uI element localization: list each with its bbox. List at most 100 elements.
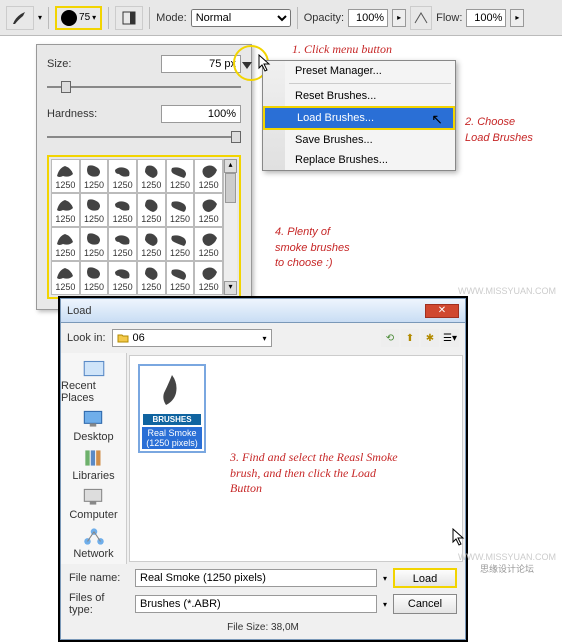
hardness-slider[interactable] [47,129,241,145]
brush-cell[interactable]: 1250 [166,159,195,193]
up-icon[interactable]: ⬆ [401,329,419,347]
place-network[interactable]: Network [73,525,113,560]
place-desktop[interactable]: Desktop [73,408,113,443]
size-value[interactable]: 75 px [161,55,241,73]
brush-flyout-menu: Preset Manager... Reset Brushes... Load … [262,60,456,171]
brush-cell[interactable]: 1250 [108,159,137,193]
brush-cell-label: 1250 [113,180,133,190]
menu-load-brushes[interactable]: Load Brushes... ↖ [263,106,455,130]
brushes-badge: BRUSHES [143,414,201,425]
brush-cell-label: 1250 [141,248,161,258]
cursor-icon: ↖ [431,111,443,128]
toggle-panel-icon[interactable] [115,6,143,30]
filetype-label: Files of type: [69,592,129,616]
brush-cell[interactable]: 1250 [166,193,195,227]
mode-label: Mode: [156,12,187,24]
brush-cell-label: 1250 [84,248,104,258]
brush-cell[interactable]: 1250 [137,261,166,295]
brush-cell[interactable]: 1250 [166,227,195,261]
file-thumb-label: Real Smoke (1250 pixels) [142,427,202,449]
brush-cell-label: 1250 [84,214,104,224]
brush-cell-label: 1250 [141,214,161,224]
hardness-value[interactable]: 100% [161,105,241,123]
brush-cell[interactable]: 1250 [80,159,109,193]
brush-cell[interactable]: 1250 [51,159,80,193]
brush-cell[interactable]: 1250 [194,159,223,193]
menu-reset-brushes[interactable]: Reset Brushes... [285,86,455,106]
filename-label: File name: [69,572,129,584]
brush-cell-label: 1250 [199,180,219,190]
cancel-button[interactable]: Cancel [393,594,457,614]
close-button[interactable]: ✕ [425,304,459,318]
file-size-label: File Size: 38,0M [69,620,457,635]
place-recent[interactable]: Recent Places [61,357,126,404]
place-libraries[interactable]: Libraries [72,447,114,482]
menu-save-brushes[interactable]: Save Brushes... [285,130,455,150]
watermark: WWW.MISSYUAN.COM [458,286,556,296]
newfolder-icon[interactable]: ✱ [421,329,439,347]
views-icon[interactable]: ☰▾ [441,329,459,347]
filename-input[interactable]: Real Smoke (1250 pixels) [135,569,377,587]
brush-cell-label: 1250 [199,214,219,224]
opacity-value[interactable]: 100% [348,9,388,27]
brush-cell[interactable]: 1250 [51,227,80,261]
load-dialog-wrap: Load ✕ Look in: 06 ▾ ⟲ ⬆ ✱ ☰▾ Recent Pla… [58,296,468,642]
flow-label: Flow: [436,12,462,24]
lookin-select[interactable]: 06 ▾ [112,329,272,347]
size-slider[interactable] [47,79,241,95]
opacity-arrow[interactable]: ▸ [392,9,406,27]
hardness-label: Hardness: [47,108,103,120]
brush-cell[interactable]: 1250 [80,193,109,227]
file-area[interactable]: BRUSHES Real Smoke (1250 pixels) 3. Find… [129,355,463,562]
dropdown-icon[interactable]: ▾ [38,13,42,22]
back-icon[interactable]: ⟲ [381,329,399,347]
watermark: WWW.MISSYUAN.COM [458,552,556,562]
brush-cell[interactable]: 1250 [194,227,223,261]
load-dialog: Load ✕ Look in: 06 ▾ ⟲ ⬆ ✱ ☰▾ Recent Pla… [60,298,466,640]
brush-cell[interactable]: 1250 [80,261,109,295]
brush-cell-label: 1250 [55,282,75,292]
pressure-opacity-icon[interactable] [410,6,432,30]
scrollbar[interactable]: ▴ ▾ [223,159,237,295]
flow-arrow[interactable]: ▸ [510,9,524,27]
brush-cell[interactable]: 1250 [51,193,80,227]
mode-select[interactable]: Normal [191,9,291,27]
brush-cell[interactable]: 1250 [194,261,223,295]
brush-cell-label: 1250 [170,282,190,292]
menu-preset-manager[interactable]: Preset Manager... [285,61,455,81]
brush-cell-label: 1250 [170,214,190,224]
brush-cell[interactable]: 1250 [108,193,137,227]
brush-cell-label: 1250 [170,180,190,190]
toolbar: ▾ 75 ▾ Mode: Normal Opacity: 100% ▸ Flow… [0,0,562,36]
folder-icon [117,332,129,344]
annotation-1: 1. Click menu button [292,42,392,58]
brush-cell[interactable]: 1250 [166,261,195,295]
file-thumb[interactable]: BRUSHES Real Smoke (1250 pixels) [138,364,206,453]
lookin-label: Look in: [67,332,106,344]
brush-cell[interactable]: 1250 [137,227,166,261]
dialog-titlebar: Load ✕ [61,299,465,323]
flow-value[interactable]: 100% [466,9,506,27]
brush-cell-label: 1250 [84,180,104,190]
brush-cell-label: 1250 [141,180,161,190]
places-bar: Recent Places Desktop Libraries Computer… [61,353,127,564]
brush-tool-icon[interactable] [6,6,34,30]
brush-cell[interactable]: 1250 [137,193,166,227]
brush-cell-label: 1250 [113,282,133,292]
filetype-select[interactable]: Brushes (*.ABR) [135,595,377,613]
place-computer[interactable]: Computer [69,486,117,521]
brush-cell[interactable]: 1250 [108,261,137,295]
brush-cell[interactable]: 1250 [80,227,109,261]
brush-cell[interactable]: 1250 [137,159,166,193]
annotation-4: 4. Plenty ofsmoke brushesto choose :) [275,224,350,271]
menu-replace-brushes[interactable]: Replace Brushes... [285,150,455,170]
load-button[interactable]: Load [393,568,457,588]
brush-size-number: 75 [79,12,90,23]
brush-cell[interactable]: 1250 [51,261,80,295]
panel-menu-button[interactable] [237,55,257,75]
brush-cell-label: 1250 [55,214,75,224]
brush-cell[interactable]: 1250 [194,193,223,227]
brush-preset-picker[interactable]: 75 ▾ [55,6,102,30]
size-label: Size: [47,58,103,70]
brush-cell[interactable]: 1250 [108,227,137,261]
